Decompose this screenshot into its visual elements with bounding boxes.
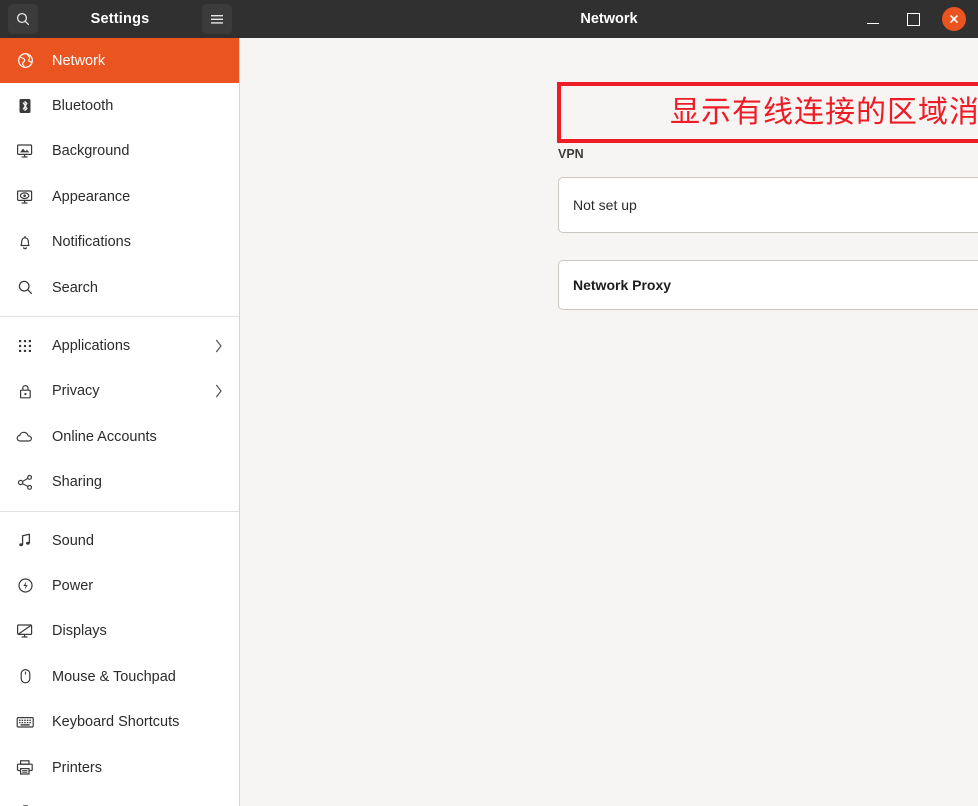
sidebar-item-label: Notifications — [52, 234, 131, 251]
keyboard-icon — [14, 711, 36, 733]
sidebar-item-label: Network — [52, 52, 106, 69]
cloud-icon — [14, 426, 36, 448]
removable-media-icon — [14, 802, 36, 806]
appearance-icon — [14, 186, 36, 208]
music-note-icon — [14, 530, 36, 552]
sidebar-item-label: Sound — [52, 532, 94, 549]
sidebar-item-online-accounts[interactable]: Online Accounts — [0, 414, 239, 459]
sidebar-item-label: Search — [52, 279, 98, 296]
sidebar-item-label: Privacy — [52, 383, 100, 400]
vpn-section-title: VPN — [558, 147, 584, 161]
sidebar-item-label: Mouse & Touchpad — [52, 668, 176, 685]
sidebar-item-mouse-touchpad[interactable]: Mouse & Touchpad — [0, 654, 239, 699]
network-proxy-label: Network Proxy — [573, 277, 672, 293]
search-icon — [15, 11, 31, 27]
bell-icon — [14, 231, 36, 253]
sidebar-item-label: Online Accounts — [52, 428, 157, 445]
sidebar-item-label: Bluetooth — [52, 98, 114, 115]
sidebar-item-sharing[interactable]: Sharing — [0, 460, 239, 505]
search-button[interactable] — [8, 4, 38, 34]
titlebar-main-header: Network — [240, 0, 978, 38]
minimize-button[interactable] — [862, 8, 884, 30]
vpn-section-header: VPN — [558, 144, 978, 164]
printer-icon — [14, 757, 36, 779]
sidebar-item-keyboard-shortcuts[interactable]: Keyboard Shortcuts — [0, 699, 239, 744]
globe-icon — [14, 50, 36, 72]
sidebar-item-label: Keyboard Shortcuts — [52, 714, 180, 731]
menu-button[interactable] — [202, 4, 232, 34]
network-proxy-row[interactable]: Network Proxy Off — [558, 260, 978, 310]
sidebar-item-label: Applications — [52, 338, 131, 355]
sidebar-item-notifications[interactable]: Notifications — [0, 220, 239, 265]
mouse-icon — [14, 666, 36, 688]
lock-icon — [14, 380, 36, 402]
sidebar-item-search[interactable]: Search — [0, 265, 239, 310]
sidebar-item-label: Sharing — [52, 474, 102, 491]
settings-window: Settings Network Network Bluetooth Backg… — [0, 0, 978, 806]
sidebar-item-removable-media[interactable]: Removable Media — [0, 790, 239, 806]
background-monitor-icon — [14, 140, 36, 162]
display-icon — [14, 620, 36, 642]
window-controls — [862, 7, 966, 31]
sidebar-item-displays[interactable]: Displays — [0, 609, 239, 654]
settings-title: Settings — [90, 11, 150, 27]
sidebar-item-privacy[interactable]: Privacy — [0, 369, 239, 414]
annotation-box: 显示有线连接的区域消失 — [557, 82, 978, 143]
hamburger-menu-icon — [209, 12, 225, 26]
sidebar-item-printers[interactable]: Printers — [0, 745, 239, 790]
sidebar-item-background[interactable]: Background — [0, 129, 239, 174]
sidebar-item-label: Appearance — [52, 188, 131, 205]
sidebar-item-applications[interactable]: Applications — [0, 323, 239, 368]
sidebar-item-label: Printers — [52, 759, 102, 776]
sidebar-separator — [0, 316, 239, 318]
sidebar-item-sound[interactable]: Sound — [0, 518, 239, 563]
share-nodes-icon — [14, 471, 36, 493]
sidebar-item-label: Background — [52, 143, 130, 160]
power-icon — [14, 575, 36, 597]
vpn-status-text: Not set up — [573, 197, 637, 213]
sidebar-item-network[interactable]: Network — [0, 38, 239, 84]
sidebar-separator — [0, 510, 239, 512]
titlebar-sidebar-header: Settings — [0, 0, 240, 38]
annotation-text: 显示有线连接的区域消失 — [670, 94, 978, 130]
chevron-right-icon — [215, 384, 223, 398]
sidebar-item-bluetooth[interactable]: Bluetooth — [0, 83, 239, 128]
vpn-card[interactable]: Not set up — [558, 177, 978, 233]
search-icon — [14, 277, 36, 299]
close-button[interactable] — [942, 7, 966, 31]
apps-grid-icon — [14, 335, 36, 357]
network-content-panel: 显示有线连接的区域消失 VPN Not set up Network Proxy — [240, 38, 978, 806]
sidebar-item-power[interactable]: Power — [0, 563, 239, 608]
chevron-right-icon — [215, 339, 223, 353]
window-body: Network Bluetooth Background Appearance … — [0, 38, 978, 806]
titlebar: Settings Network — [0, 0, 978, 38]
sidebar-item-label: Power — [52, 577, 94, 594]
maximize-button[interactable] — [902, 8, 924, 30]
sidebar: Network Bluetooth Background Appearance … — [0, 38, 240, 806]
bluetooth-icon — [14, 95, 36, 117]
sidebar-item-appearance[interactable]: Appearance — [0, 174, 239, 219]
sidebar-item-label: Displays — [52, 623, 107, 640]
